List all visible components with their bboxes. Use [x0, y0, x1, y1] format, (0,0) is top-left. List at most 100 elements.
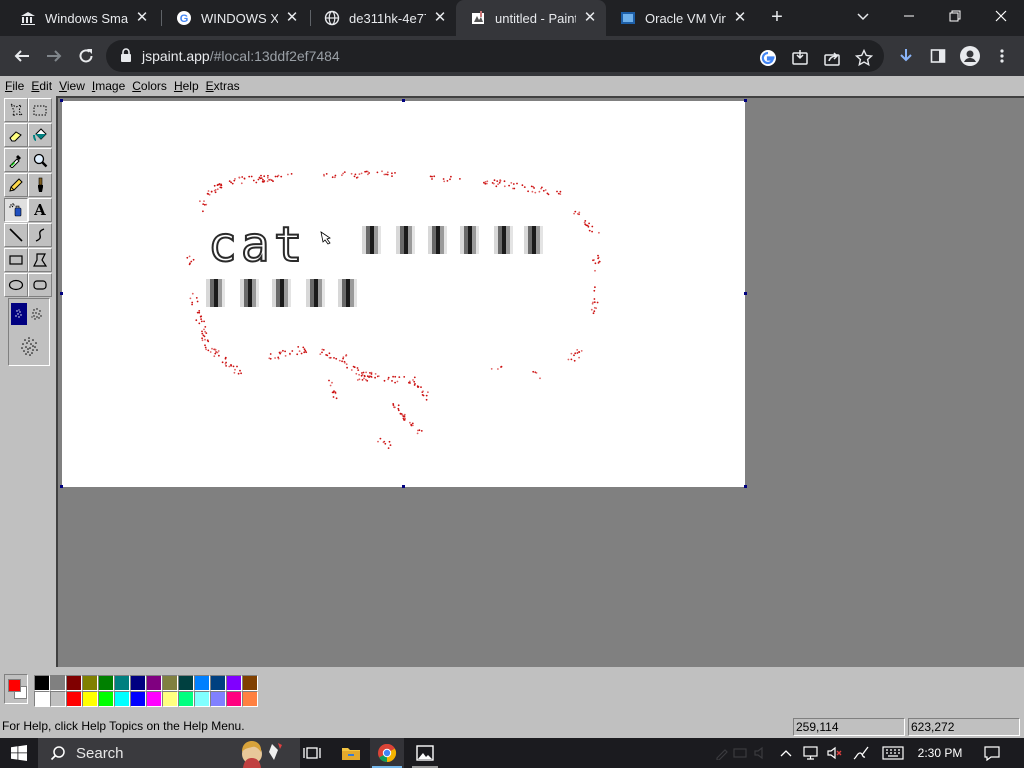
rounded-rectangle-tool[interactable]	[28, 273, 52, 297]
browser-tab[interactable]: de311hk-4e77f9 ✕	[310, 4, 456, 32]
touch-keyboard-button[interactable]	[878, 738, 908, 768]
color-swatch[interactable]	[66, 675, 82, 691]
rectangle-tool[interactable]	[4, 248, 28, 272]
color-swatch[interactable]	[242, 691, 258, 707]
taskbar-clock[interactable]: 2:30 PM	[912, 738, 968, 768]
color-swatch[interactable]	[82, 691, 98, 707]
select-tool[interactable]	[28, 98, 52, 122]
file-explorer-button[interactable]	[334, 738, 368, 768]
menu-edit[interactable]: Edit	[28, 79, 55, 93]
color-swatch[interactable]	[194, 675, 210, 691]
minimize-button[interactable]	[886, 0, 932, 32]
start-button[interactable]	[0, 738, 38, 768]
color-swatch[interactable]	[210, 675, 226, 691]
color-swatch[interactable]	[50, 675, 66, 691]
polygon-tool[interactable]	[28, 248, 52, 272]
color-swatch[interactable]	[66, 691, 82, 707]
photos-taskbar-button[interactable]	[408, 738, 442, 768]
browser-tab-active[interactable]: untitled - Paint ✕	[456, 0, 606, 36]
color-swatch[interactable]	[194, 691, 210, 707]
text-tool[interactable]: A	[28, 198, 52, 222]
color-swatch[interactable]	[130, 675, 146, 691]
download-icon[interactable]	[896, 46, 916, 66]
curve-tool[interactable]	[28, 223, 52, 247]
profile-avatar[interactable]	[960, 46, 980, 66]
canvas-resize-handle[interactable]	[60, 99, 63, 102]
restore-button[interactable]	[932, 0, 978, 32]
install-app-icon[interactable]	[790, 48, 810, 68]
browser-tab[interactable]: G WINDOWS XP H ✕	[162, 4, 308, 32]
forward-button[interactable]	[42, 44, 66, 68]
pen-workspace-button[interactable]	[850, 738, 872, 768]
drawing-canvas[interactable]: cat	[62, 101, 745, 487]
ellipse-tool[interactable]	[4, 273, 28, 297]
address-bar[interactable]: jspaint.app/#local:13ddf2ef7484	[106, 40, 884, 72]
close-tab-icon[interactable]: ✕	[432, 10, 448, 26]
browser-menu-button[interactable]	[992, 46, 1012, 66]
line-tool[interactable]	[4, 223, 28, 247]
menu-file[interactable]: File	[2, 79, 27, 93]
menu-view[interactable]: View	[56, 79, 88, 93]
airbrush-size-medium[interactable]	[29, 303, 45, 325]
color-swatch[interactable]	[82, 675, 98, 691]
close-window-button[interactable]	[978, 0, 1024, 32]
volume-button[interactable]	[824, 738, 846, 768]
taskbar-search-box[interactable]: Search	[38, 738, 300, 768]
color-swatch[interactable]	[210, 691, 226, 707]
canvas-resize-handle[interactable]	[402, 485, 405, 488]
magnifier-tool[interactable]	[28, 148, 52, 172]
canvas-resize-handle[interactable]	[60, 485, 63, 488]
pick-color-tool[interactable]	[4, 148, 28, 172]
color-swatch[interactable]	[226, 691, 242, 707]
airbrush-size-small[interactable]	[11, 303, 27, 325]
color-swatch[interactable]	[242, 675, 258, 691]
menu-image[interactable]: Image	[89, 79, 128, 93]
canvas-resize-handle[interactable]	[744, 485, 747, 488]
color-swatch[interactable]	[114, 675, 130, 691]
eraser-tool[interactable]	[4, 123, 28, 147]
close-tab-icon[interactable]: ✕	[732, 10, 748, 26]
network-button[interactable]	[800, 738, 822, 768]
reload-button[interactable]	[74, 44, 98, 68]
share-icon[interactable]	[822, 48, 842, 68]
task-view-button[interactable]	[300, 738, 324, 768]
brush-tool[interactable]	[28, 173, 52, 197]
color-swatch[interactable]	[146, 691, 162, 707]
notifications-button[interactable]	[980, 738, 1004, 768]
google-lens-icon[interactable]	[758, 48, 778, 68]
airbrush-tool[interactable]	[4, 198, 28, 222]
fill-tool[interactable]	[28, 123, 52, 147]
color-swatch[interactable]	[34, 675, 50, 691]
color-swatch[interactable]	[50, 691, 66, 707]
side-panel-icon[interactable]	[928, 46, 948, 66]
show-hidden-icons-button[interactable]	[776, 738, 796, 768]
canvas-resize-handle[interactable]	[744, 99, 747, 102]
canvas-resize-handle[interactable]	[402, 99, 405, 102]
canvas-resize-handle[interactable]	[60, 292, 63, 295]
new-tab-button[interactable]: +	[766, 6, 788, 28]
color-swatch[interactable]	[146, 675, 162, 691]
color-swatch[interactable]	[162, 691, 178, 707]
menu-help[interactable]: Help	[171, 79, 202, 93]
color-swatch[interactable]	[178, 691, 194, 707]
menu-extras[interactable]: Extras	[203, 79, 243, 93]
close-tab-icon[interactable]: ✕	[582, 10, 598, 26]
close-tab-icon[interactable]: ✕	[284, 10, 300, 26]
menu-colors[interactable]: Colors	[129, 79, 170, 93]
tab-search-button[interactable]	[854, 7, 872, 25]
color-swatch[interactable]	[178, 675, 194, 691]
color-swatch[interactable]	[130, 691, 146, 707]
browser-tab[interactable]: Oracle VM Virtu ✕	[606, 4, 756, 32]
current-colors[interactable]	[4, 674, 28, 704]
canvas-resize-handle[interactable]	[744, 292, 747, 295]
pencil-tool[interactable]	[4, 173, 28, 197]
close-tab-icon[interactable]: ✕	[134, 10, 150, 26]
bookmark-star-icon[interactable]	[854, 48, 874, 68]
color-swatch[interactable]	[114, 691, 130, 707]
color-swatch[interactable]	[162, 675, 178, 691]
free-form-select-tool[interactable]	[4, 98, 28, 122]
color-swatch[interactable]	[98, 675, 114, 691]
back-button[interactable]	[10, 44, 34, 68]
color-swatch[interactable]	[98, 691, 114, 707]
color-swatch[interactable]	[226, 675, 242, 691]
